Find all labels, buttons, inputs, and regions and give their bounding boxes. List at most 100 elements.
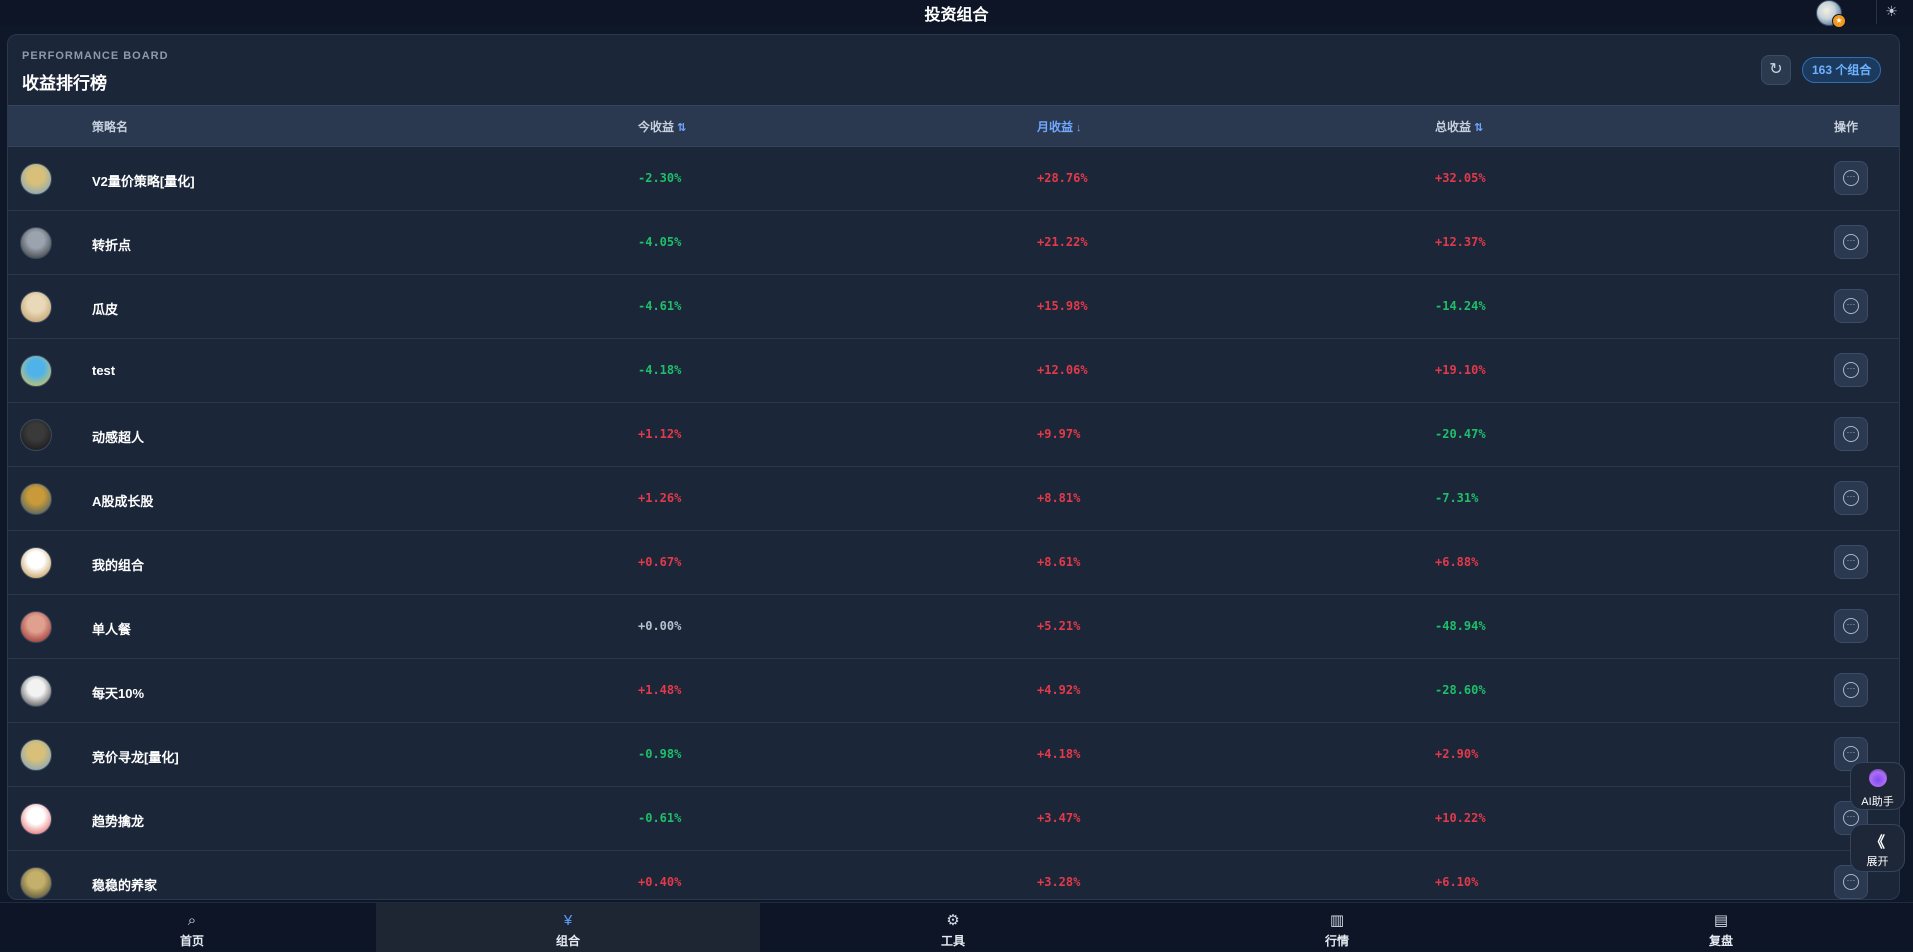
total-return: -14.24%	[1435, 299, 1486, 313]
nav-tab-review[interactable]: ▤ 复盘	[1529, 903, 1913, 952]
double-chevron-left-icon: 《	[1869, 834, 1885, 851]
strategy-name[interactable]: V2量价策略[量化]	[92, 171, 195, 190]
today-return: -4.61%	[638, 299, 682, 313]
table-row[interactable]: A股成长股 +1.26% +8.81% -7.31% ···	[8, 467, 1899, 531]
today-return: +1.12%	[638, 427, 682, 441]
month-return: +9.97%	[1037, 427, 1081, 441]
month-return: +4.92%	[1037, 683, 1081, 697]
strategy-avatar	[20, 355, 52, 387]
month-return: +5.21%	[1037, 619, 1081, 633]
month-return: +3.28%	[1037, 875, 1081, 889]
column-header-month[interactable]: 月收益 ↓	[1037, 118, 1082, 135]
total-return: -20.47%	[1435, 427, 1486, 441]
row-more-button[interactable]: ···	[1834, 225, 1868, 259]
strategy-name[interactable]: 动感超人	[92, 427, 144, 446]
total-return: +12.37%	[1435, 235, 1486, 249]
more-dots-icon: ···	[1843, 426, 1859, 442]
table-row[interactable]: 趋势擒龙 -0.61% +3.47% +10.22% ···	[8, 787, 1899, 851]
total-return: +19.10%	[1435, 363, 1486, 377]
table-row[interactable]: 单人餐 +0.00% +5.21% -48.94% ···	[8, 595, 1899, 659]
row-more-button[interactable]: ···	[1834, 417, 1868, 451]
table-row[interactable]: V2量价策略[量化] -2.30% +28.76% +32.05% ···	[8, 147, 1899, 211]
more-dots-icon: ···	[1843, 362, 1859, 378]
leaderboard-panel: PERFORMANCE BOARD 收益排行榜 ↻ 163 个组合 策略名 今收…	[7, 34, 1900, 900]
bottom-nav: ⌕ 首页 ¥ 组合 ⚙ 工具 ▥ 行情 ▤ 复盘	[0, 902, 1913, 952]
ai-assistant-label: AI助手	[1861, 796, 1894, 808]
panel-header: PERFORMANCE BOARD 收益排行榜 ↻ 163 个组合	[8, 35, 1899, 105]
table-row[interactable]: 每天10% +1.48% +4.92% -28.60% ···	[8, 659, 1899, 723]
month-return: +8.61%	[1037, 555, 1081, 569]
table-row[interactable]: 竞价寻龙[量化] -0.98% +4.18% +2.90% ···	[8, 723, 1899, 787]
strategy-name[interactable]: 竞价寻龙[量化]	[92, 747, 179, 766]
total-return: +6.10%	[1435, 875, 1479, 889]
refresh-button[interactable]: ↻	[1761, 55, 1791, 85]
strategy-name[interactable]: 我的组合	[92, 555, 144, 574]
total-return: +2.90%	[1435, 747, 1479, 761]
month-return: +4.18%	[1037, 747, 1081, 761]
strategy-name[interactable]: test	[92, 363, 115, 378]
total-return: +10.22%	[1435, 811, 1486, 825]
strategy-avatar	[20, 547, 52, 579]
search-icon: ⌕	[187, 912, 197, 929]
more-dots-icon: ···	[1843, 554, 1859, 570]
table-row[interactable]: 我的组合 +0.67% +8.61% +6.88% ···	[8, 531, 1899, 595]
column-header-today[interactable]: 今收益 ⇅	[638, 118, 686, 135]
nav-tab-market[interactable]: ▥ 行情	[1145, 903, 1529, 952]
total-return: +6.88%	[1435, 555, 1479, 569]
month-return: +21.22%	[1037, 235, 1088, 249]
today-return: +1.26%	[638, 491, 682, 505]
more-dots-icon: ···	[1843, 874, 1859, 890]
more-dots-icon: ···	[1843, 170, 1859, 186]
strategy-name[interactable]: 每天10%	[92, 683, 144, 702]
more-dots-icon: ···	[1843, 234, 1859, 250]
today-return: -0.98%	[638, 747, 682, 761]
row-more-button[interactable]: ···	[1834, 609, 1868, 643]
table-row[interactable]: test -4.18% +12.06% +19.10% ···	[8, 339, 1899, 403]
ai-assistant-button[interactable]: AI助手	[1850, 762, 1905, 810]
column-header-name: 策略名	[92, 120, 129, 134]
row-more-button[interactable]: ···	[1834, 161, 1868, 195]
table-body: V2量价策略[量化] -2.30% +28.76% +32.05% ··· 转折点 -4.0…	[8, 147, 1899, 899]
today-return: +0.67%	[638, 555, 682, 569]
column-header-action: 操作	[1834, 120, 1859, 134]
expand-label: 展开	[1866, 856, 1889, 868]
strategy-name[interactable]: 单人餐	[92, 619, 131, 638]
strategy-avatar	[20, 739, 52, 771]
yuan-icon: ¥	[563, 912, 573, 929]
sort-both-icon: ⇅	[677, 122, 687, 134]
expand-button[interactable]: 《 展开	[1850, 824, 1905, 872]
row-more-button[interactable]: ···	[1834, 673, 1868, 707]
panel-eyebrow: PERFORMANCE BOARD	[22, 50, 169, 62]
table-row[interactable]: 动感超人 +1.12% +9.97% -20.47% ···	[8, 403, 1899, 467]
row-more-button[interactable]: ···	[1834, 289, 1868, 323]
row-more-button[interactable]: ···	[1834, 353, 1868, 387]
table-row[interactable]: 稳稳的养家 +0.40% +3.28% +6.10% ···	[8, 851, 1899, 899]
gear-icon: ⚙	[946, 912, 960, 929]
nav-tab-portfolio[interactable]: ¥ 组合	[376, 903, 760, 952]
today-return: +1.48%	[638, 683, 682, 697]
row-more-button[interactable]: ···	[1834, 481, 1868, 515]
more-dots-icon: ···	[1843, 746, 1859, 762]
notes-icon: ▤	[1713, 912, 1729, 929]
strategy-name[interactable]: A股成长股	[92, 491, 153, 510]
row-more-button[interactable]: ···	[1834, 545, 1868, 579]
more-dots-icon: ···	[1843, 810, 1859, 826]
table-row[interactable]: 瓜皮 -4.61% +15.98% -14.24% ···	[8, 275, 1899, 339]
nav-tab-home[interactable]: ⌕ 首页	[0, 903, 384, 952]
strategy-name[interactable]: 转折点	[92, 235, 131, 254]
nav-tab-tools[interactable]: ⚙ 工具	[761, 903, 1145, 952]
strategy-name[interactable]: 瓜皮	[92, 299, 118, 318]
today-return: -0.61%	[638, 811, 682, 825]
strategy-name[interactable]: 稳稳的养家	[92, 875, 157, 894]
month-return: +8.81%	[1037, 491, 1081, 505]
theme-toggle-sun-icon[interactable]: ☀	[1876, 0, 1906, 24]
column-header-total[interactable]: 总收益 ⇅	[1435, 118, 1483, 135]
more-dots-icon: ···	[1843, 618, 1859, 634]
table-row[interactable]: 转折点 -4.05% +21.22% +12.37% ···	[8, 211, 1899, 275]
sort-down-icon: ↓	[1076, 122, 1082, 134]
chart-icon: ▥	[1329, 912, 1345, 929]
strategy-name[interactable]: 趋势擒龙	[92, 811, 144, 830]
total-return: -48.94%	[1435, 619, 1486, 633]
more-dots-icon: ···	[1843, 682, 1859, 698]
month-return: +12.06%	[1037, 363, 1088, 377]
